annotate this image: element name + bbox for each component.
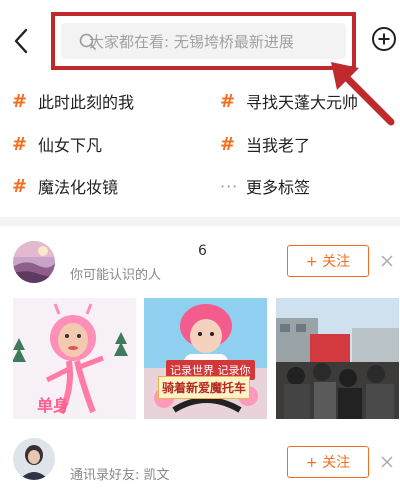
user-subtitle: 你可能认识的人	[70, 268, 162, 283]
tag-item[interactable]: # 仙女下凡	[12, 129, 102, 159]
follow-button[interactable]: + 关注	[287, 245, 369, 277]
thumbnail-image	[13, 298, 136, 419]
search-box-highlight: 大家都在看: 无锡垮桥最新进展	[51, 12, 356, 70]
search-input[interactable]: 大家都在看: 无锡垮桥最新进展	[61, 23, 346, 59]
add-circle-icon	[372, 27, 396, 51]
close-icon[interactable]	[380, 455, 394, 469]
avatar-image	[13, 241, 55, 283]
hash-icon: #	[12, 90, 28, 112]
tag-item[interactable]: # 此时此刻的我	[12, 86, 134, 116]
add-button[interactable]	[371, 26, 397, 52]
tag-label: 更多标签	[246, 178, 311, 197]
more-tags-button[interactable]: ··· 更多标签	[220, 171, 310, 201]
hash-icon: #	[12, 133, 28, 155]
section-divider	[0, 217, 400, 226]
ellipsis-icon: ···	[220, 176, 239, 196]
back-button[interactable]	[10, 26, 34, 56]
avatar[interactable]	[13, 438, 55, 480]
avatar-image	[13, 438, 55, 480]
chevron-left-icon	[14, 28, 28, 54]
close-icon[interactable]	[380, 254, 394, 268]
tag-label: 寻找天蓬大元帅	[246, 93, 359, 112]
tag-item[interactable]: # 魔法化妆镜	[12, 171, 118, 201]
thumbnail-image	[144, 298, 267, 419]
user-subtitle: 通讯录好友: 凯文	[70, 468, 170, 483]
tag-item[interactable]: # 寻找天蓬大元帅	[220, 86, 358, 116]
thumbnail-caption: 骑着新爱魔托车	[158, 376, 251, 399]
tag-label: 当我老了	[246, 136, 311, 155]
hash-icon: #	[220, 90, 236, 112]
search-icon	[79, 33, 96, 50]
hash-icon: #	[12, 175, 28, 197]
tag-item[interactable]: # 当我老了	[220, 129, 310, 159]
follow-button[interactable]: + 关注	[287, 446, 369, 478]
video-thumbnail[interactable]: 单身	[13, 298, 136, 419]
tag-label: 此时此刻的我	[38, 93, 135, 112]
avatar[interactable]	[13, 241, 55, 283]
video-thumbnail[interactable]	[276, 298, 399, 419]
thumbnail-image	[276, 298, 399, 419]
video-thumbnail[interactable]: 记录世界 记录你 骑着新爱魔托车	[144, 298, 267, 419]
tag-label: 仙女下凡	[38, 136, 103, 155]
search-placeholder: 大家都在看: 无锡垮桥最新进展	[89, 32, 294, 51]
user-name: 6	[198, 243, 207, 259]
hash-icon: #	[220, 133, 236, 155]
tag-label: 魔法化妆镜	[38, 178, 119, 197]
thumbnail-caption: 单身	[37, 396, 70, 415]
